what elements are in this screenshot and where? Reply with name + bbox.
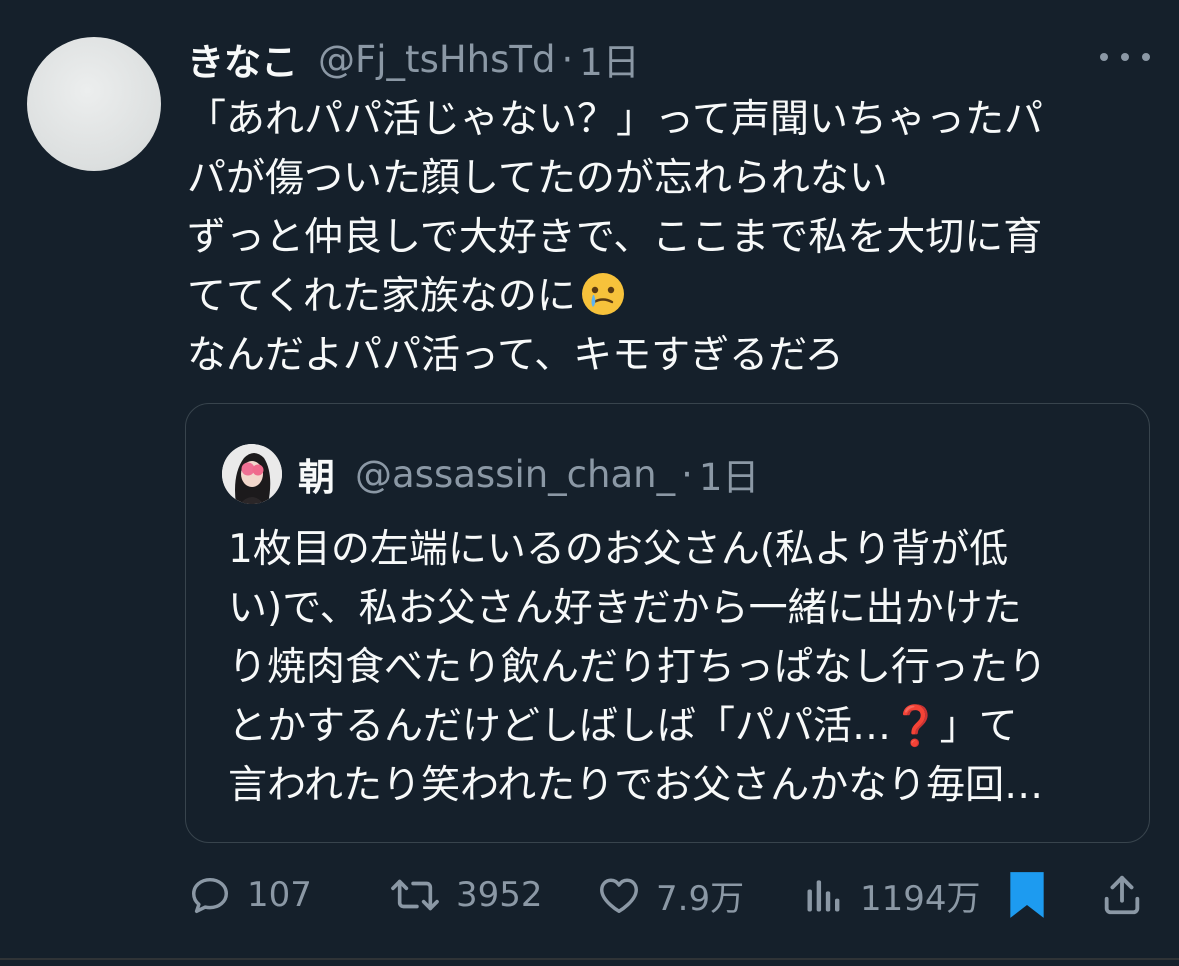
quoted-text-line: 言われたり笑われたりでお父さんかなり毎回…: [228, 763, 1044, 808]
author-avatar[interactable]: [27, 37, 161, 171]
views-count: 1194万: [860, 878, 981, 919]
bookmark-button[interactable]: [1006, 862, 1048, 928]
quoted-text-line: り焼肉食べたり飲んだり打ちっぱなし行ったり: [228, 645, 1048, 690]
tweet-timestamp[interactable]: 1日: [579, 32, 640, 86]
quoted-author-display-name[interactable]: 朝: [298, 447, 335, 501]
divider: [0, 958, 1179, 960]
reply-icon: [191, 877, 229, 914]
like-count: 7.9万: [656, 878, 745, 919]
retweet-count: 3952: [456, 875, 543, 915]
retweet-button[interactable]: 3952: [388, 862, 543, 928]
quoted-tweet-timestamp[interactable]: 1日: [699, 447, 760, 501]
red-question-mark-icon: ❓: [891, 704, 940, 749]
quoted-author-avatar[interactable]: [222, 444, 282, 504]
tweet-text-line: なんだよパパ活って、キモすぎるだろ: [187, 333, 844, 378]
separator-dot: ·: [681, 452, 693, 496]
quoted-text-line: 1枚目の左端にいるのお父さん(私より背が低: [228, 527, 1009, 572]
action-bar: 107 3952 7.9万 1194万: [0, 862, 1179, 928]
tweet-text-line: 「あれパパ活じゃない？」って声聞いちゃったパ: [187, 97, 1044, 142]
quoted-tweet-text: 1枚目の左端にいるのお父さん(私より背が低 い)で、私お父さん好きだから一緒に出…: [228, 520, 1118, 815]
face-holding-back-tears-icon: [580, 271, 626, 317]
reply-count: 107: [247, 875, 312, 915]
reply-button[interactable]: 107: [187, 862, 312, 928]
share-button[interactable]: [1099, 862, 1145, 928]
quoted-text-segment: とかするんだけどしばしば「パパ活…: [228, 704, 892, 749]
quoted-text-line: い)で、私お父さん好きだから一緒に出かけた: [228, 586, 1022, 631]
views-chart-icon: [807, 880, 840, 912]
views-button[interactable]: 1194万: [802, 862, 981, 928]
share-icon: [1104, 875, 1140, 915]
more-options-icon[interactable]: [1100, 46, 1150, 68]
tweet-text: 「あれパパ活じゃない？」って声聞いちゃったパ パが傷ついた顔してたのが忘れられな…: [187, 90, 1127, 385]
quoted-tweet[interactable]: 朝 @assassin_chan_ · 1日 1枚目の左端にいるのお父さん(私よ…: [185, 403, 1150, 843]
tweet-text-line: ててくれた家族なのに: [187, 267, 1127, 326]
author-handle[interactable]: @Fj_tsHhsTd: [318, 38, 555, 81]
bookmark-icon: [1010, 872, 1044, 918]
quoted-author-handle[interactable]: @assassin_chan_: [355, 453, 675, 496]
author-display-name[interactable]: きなこ: [187, 32, 298, 86]
tweet-text-segment: ててくれた家族なのに: [187, 274, 576, 319]
tweet-text-line: ずっと仲良しで大好きで、ここまで私を大切に育: [187, 215, 1043, 260]
tweet-text-line: パが傷ついた顔してたのが忘れられない: [187, 156, 888, 201]
quoted-text-line: とかするんだけどしばしば「パパ活…❓」て: [228, 697, 1118, 756]
like-button[interactable]: 7.9万: [596, 862, 744, 928]
heart-icon: [600, 878, 638, 914]
retweet-icon: [391, 879, 439, 911]
quoted-text-segment: 」て: [939, 704, 1018, 749]
separator-dot: ·: [561, 37, 574, 81]
quoted-tweet-header: 朝 @assassin_chan_ · 1日: [298, 448, 759, 500]
tweet-header: きなこ @Fj_tsHhsTd · 1日: [187, 32, 640, 86]
